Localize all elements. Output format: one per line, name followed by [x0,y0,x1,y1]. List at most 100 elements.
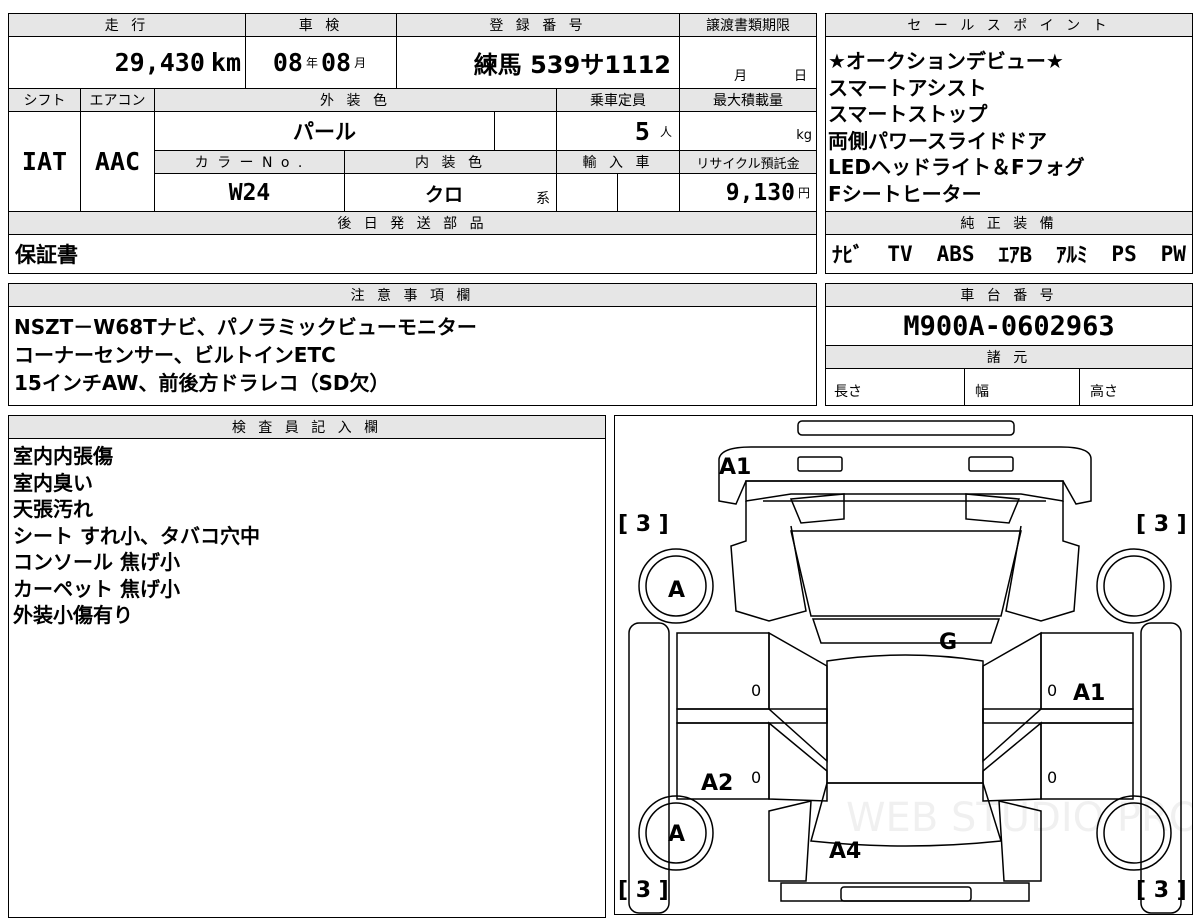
transfer-day-unit: 日 [794,69,808,84]
damage-mark-right-front-door: A1 [1073,681,1105,706]
import-value-a [556,173,618,212]
rear-license-plate [840,886,972,902]
pillar-mark-left-front: 0 [751,681,761,700]
car-diagram: WEB STUDIO PRO [3] [3] [3] [3] A… [618,420,1192,914]
left-front-door-edge [676,708,828,724]
inspection-value-cell: 08 年 08 月 [245,36,397,89]
remark-line: コンソール 焦げ小 [13,550,180,574]
car-diagram-box: WEB STUDIO PRO [3] [3] [3] [3] A… [614,415,1193,915]
sales-points-label: セ ー ル ス ポ イ ン ト [825,13,1193,37]
sales-point-item: Fシートヒーター [828,181,982,206]
equipment-item-tv: TV [887,242,913,266]
damage-mark-rear: A4 [829,839,861,864]
interior-color-value-cell: クロ 系 [344,173,557,212]
shift-label: シフト [8,88,81,112]
max-load-unit: kg [796,128,812,143]
color-no-label: カ ラ ー N o . [154,150,345,174]
equipment-item-navi: ﾅﾋﾞ [832,243,864,267]
right-side-outline [1005,501,1080,622]
inspection-month: 08 [321,48,352,77]
damage-mark-rear-left-wheel: A [668,822,685,847]
registration-value: 練馬 539サ1112 [473,51,671,79]
capacity-unit: 人 [659,124,672,139]
left-front-pillar [768,631,828,763]
damage-mark-front-left-wheel: A [668,578,685,603]
registration-label: 登 録 番 号 [396,13,680,37]
length-label: 長さ [834,384,862,400]
sales-points-list: ★オークションデビュー★ スマートアシスト スマートストップ 両側パワースライド… [828,48,1085,207]
inspection-year-unit: 年 [305,56,318,70]
note-line: 15インチAW、前後方ドラレコ（SD欠） [14,371,390,395]
length-cell: 長さ [825,368,965,406]
tire-tread-rear-left: [ 3 ] [618,878,669,903]
chassis-number-label: 車 台 番 号 [825,283,1193,307]
left-rear-quarter [768,800,812,882]
left-front-fender-panel [628,622,670,914]
right-front-fender-panel [1140,622,1182,914]
aircon-value: AAC [94,147,141,176]
capacity-label: 乗車定員 [556,88,680,112]
inspection-label: 車 検 [245,13,397,37]
remark-line: シート すれ小、タバコ穴中 [13,523,260,548]
shift-value: IAT [21,147,68,176]
notes-box: NSZT－W68Tナビ、パノラミックビューモニター コーナーセンサー、ビルトイン… [8,306,817,406]
width-label: 幅 [975,384,989,400]
specs-label: 諸 元 [825,345,1193,369]
import-label: 輸 入 車 [556,150,680,174]
equipment-item-pw: PW [1160,242,1186,266]
inspector-remarks-box: 室内内張傷 室内臭い 天張汚れ シート すれ小、タバコ穴中 コンソール 焦げ小 … [8,438,606,918]
remark-line: 外装小傷有り [13,603,133,627]
sales-point-item: 両側パワースライドドア [828,128,1047,153]
import-value-b [617,173,680,212]
equipment-item-airbag: ｴｱB [998,243,1033,267]
notes-label: 注 意 事 項 欄 [8,283,817,307]
left-side-outline [730,501,807,622]
sales-point-item: スマートアシスト [828,75,987,100]
color-no-value: W24 [228,179,271,206]
delivery-parts-value: 保証書 [15,243,78,267]
mileage-label: 走 行 [8,13,246,37]
registration-value-cell: 練馬 539サ1112 [396,36,680,89]
remark-line: 室内臭い [13,470,93,495]
max-load-value-cell: kg [679,111,817,151]
height-cell: 高さ [1079,368,1193,406]
equipment-item-abs: ABS [936,242,975,266]
damage-mark-left-rear-door: A2 [701,771,733,796]
delivery-parts-label: 後 日 発 送 部 品 [8,211,817,235]
chassis-number-value: M900A-0602963 [903,310,1115,342]
exterior-color-label: 外 装 色 [154,88,557,112]
mileage-value: 29,430 [114,48,205,77]
chassis-number-value-cell: M900A-0602963 [825,306,1193,346]
note-line: コーナーセンサー、ビルトインETC [14,343,336,367]
front-license-plate [797,420,1015,436]
transfer-deadline-label: 譲渡書類期限 [679,13,817,37]
pillar-mark-right-front: 0 [1047,681,1057,700]
sales-points-box: ★オークションデビュー★ スマートアシスト スマートストップ 両側パワースライド… [825,36,1193,212]
delivery-parts-value-cell: 保証書 [8,234,817,274]
inspector-remarks-lines: 室内内張傷 室内臭い 天張汚れ シート すれ小、タバコ穴中 コンソール 焦げ小 … [13,443,260,629]
mileage-unit: km [210,48,241,77]
left-headlamp [789,493,845,524]
capacity-value: 5 [634,116,650,146]
front-roof-edge [811,618,1001,644]
pillar-mark-right-rear: 0 [1047,768,1057,787]
mileage-value-cell: 29,430 km [8,36,246,89]
aircon-label: エアコン [80,88,155,112]
front-right-light [968,456,1014,472]
transfer-month-unit: 月 [734,69,748,84]
roof [826,654,984,784]
right-front-pillar [982,631,1042,763]
inspection-month-unit: 月 [354,56,367,70]
notes-lines: NSZT－W68Tナビ、パノラミックビューモニター コーナーセンサー、ビルトイン… [14,313,477,397]
damage-mark-front-bumper: A1 [719,455,751,480]
recycle-deposit-value: 9,130 [725,179,795,206]
max-load-label: 最大積載量 [679,88,817,112]
tire-tread-rear-right: [ 3 ] [1136,878,1187,903]
right-headlamp [965,493,1021,524]
sales-point-item: スマートストップ [828,102,988,126]
recycle-deposit-unit: 円 [797,186,810,200]
capacity-value-cell: 5 人 [556,111,680,151]
inspection-year: 08 [272,48,303,77]
right-front-door-edge [982,708,1134,724]
remark-line: カーペット 焦げ小 [13,576,180,601]
